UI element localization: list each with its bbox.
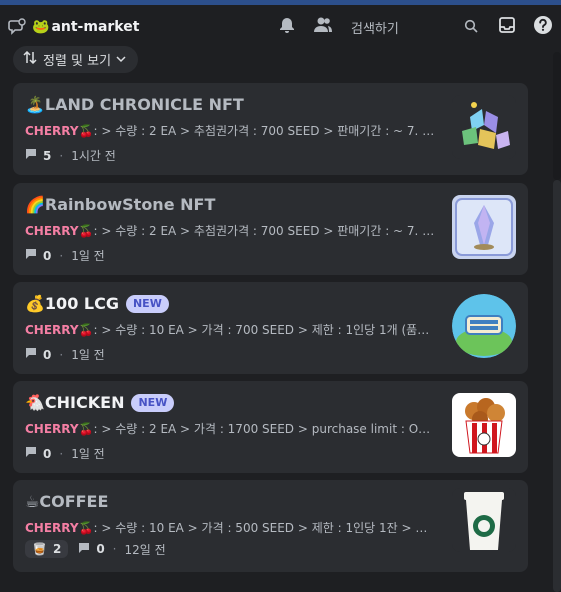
post-author: CHERRY🍒 bbox=[25, 124, 94, 138]
comment-count: 0 bbox=[43, 248, 52, 263]
post-time: 1일 전 bbox=[71, 447, 105, 461]
chevron-down-icon bbox=[116, 52, 126, 67]
comment-icon bbox=[25, 446, 37, 461]
forum-channel-icon bbox=[8, 18, 26, 36]
help-icon bbox=[533, 15, 553, 39]
post-thumbnail[interactable] bbox=[452, 195, 516, 259]
post-title: 🏝️ LAND CHRONICLE NFT bbox=[25, 95, 244, 114]
post-title-text: 100 LCG bbox=[44, 294, 119, 313]
channel-name: ant-market bbox=[51, 19, 140, 35]
post-message: : > 수량 : 10 EA > 가격 : 700 SEED > 제한 : 1인… bbox=[93, 323, 435, 337]
post-thumbnail[interactable] bbox=[452, 95, 516, 159]
comment-count: 5 bbox=[43, 148, 52, 163]
separator-dot: · bbox=[59, 446, 64, 461]
post-preview: CHERRY🍒: > 수량 : 2 EA > 가격 : 1700 SEED > … bbox=[25, 420, 435, 437]
post-time: 1일 전 bbox=[71, 348, 105, 362]
post-emoji: 🐔 bbox=[25, 393, 45, 412]
post-title: 🌈 RainbowStone NFT bbox=[25, 195, 215, 214]
notification-bell-button[interactable] bbox=[269, 5, 305, 49]
scrollbar-thumb[interactable] bbox=[553, 52, 561, 180]
separator-dot: · bbox=[59, 347, 64, 362]
post-footer: 0 · 1일 전 bbox=[25, 346, 105, 363]
header-left: 🐸 ant-market bbox=[8, 18, 139, 36]
post-title-text: COFFEE bbox=[39, 492, 109, 511]
comment-icon bbox=[25, 148, 37, 163]
post-thumbnail[interactable] bbox=[452, 488, 516, 552]
post-emoji: 💰 bbox=[25, 294, 45, 313]
post-emoji: 🌈 bbox=[25, 195, 45, 214]
post-author: CHERRY🍒 bbox=[25, 422, 94, 436]
scrollbar[interactable] bbox=[553, 50, 561, 592]
post-emoji: ☕ bbox=[25, 492, 40, 511]
post-footer: 0 · 1일 전 bbox=[25, 445, 105, 462]
post-time: 1일 전 bbox=[71, 249, 105, 263]
post-time: 12일 전 bbox=[124, 542, 166, 557]
post-preview: CHERRY🍒: > 수량 : 2 EA > 추첨권가격 : 700 SEED … bbox=[25, 122, 435, 139]
comment-count: 0 bbox=[96, 542, 105, 556]
forum-post-card[interactable]: 🌈 RainbowStone NFT CHERRY🍒: > 수량 : 2 EA >… bbox=[13, 183, 528, 275]
channel-emoji: 🐸 bbox=[32, 19, 50, 35]
post-title-text: LAND CHRONICLE NFT bbox=[44, 95, 244, 114]
search-placeholder: 검색하기 bbox=[351, 21, 399, 37]
sort-icon bbox=[23, 50, 37, 68]
post-title-text: RainbowStone NFT bbox=[44, 195, 216, 214]
post-message: : > 수량 : 2 EA > 가격 : 1700 SEED > purchas… bbox=[93, 422, 435, 436]
comment-icon bbox=[78, 542, 90, 557]
post-preview: CHERRY🍒: > 수량 : 2 EA > 추첨권가격 : 700 SEED … bbox=[25, 222, 435, 239]
search-button[interactable] bbox=[453, 5, 489, 49]
post-message: : > 수량 : 2 EA > 추첨권가격 : 700 SEED > 판매기간 … bbox=[93, 224, 435, 238]
search-input[interactable]: 검색하기 bbox=[345, 13, 453, 41]
separator-dot: · bbox=[59, 148, 64, 163]
bell-icon bbox=[278, 16, 296, 38]
reaction-chip[interactable]: 🥃 2 bbox=[25, 540, 69, 558]
inbox-button[interactable] bbox=[489, 5, 525, 49]
reaction-emoji: 🥃 bbox=[32, 542, 47, 556]
post-footer: 🥃 2 0 · 12일 전 bbox=[25, 540, 166, 558]
post-time: 1시간 전 bbox=[71, 149, 116, 163]
new-badge: NEW bbox=[125, 294, 169, 313]
post-footer: 5 · 1시간 전 bbox=[25, 147, 116, 164]
post-author: CHERRY🍒 bbox=[25, 521, 94, 535]
post-footer: 0 · 1일 전 bbox=[25, 247, 105, 264]
forum-post-card[interactable]: 🏝️ LAND CHRONICLE NFT CHERRY🍒: > 수량 : 2 E… bbox=[13, 83, 528, 175]
post-author: CHERRY🍒 bbox=[25, 323, 94, 337]
member-list-button[interactable] bbox=[305, 5, 341, 49]
inbox-icon bbox=[498, 16, 516, 38]
separator-dot: · bbox=[59, 248, 64, 263]
comment-icon bbox=[25, 248, 37, 263]
post-thumbnail[interactable] bbox=[452, 393, 516, 457]
search-icon bbox=[464, 18, 478, 37]
forum-post-card[interactable]: ☕ COFFEE CHERRY🍒: > 수량 : 10 EA > 가격 : 500… bbox=[13, 480, 528, 572]
post-emoji: 🏝️ bbox=[25, 95, 45, 114]
reaction-count: 2 bbox=[52, 542, 62, 556]
comment-icon bbox=[25, 347, 37, 362]
help-button[interactable] bbox=[525, 5, 561, 49]
post-message: : > 수량 : 10 EA > 가격 : 500 SEED > 제한 : 1인… bbox=[93, 521, 435, 535]
post-title: 🐔 CHICKEN NEW bbox=[25, 393, 175, 412]
comment-count: 0 bbox=[43, 347, 52, 362]
forum-post-card[interactable]: 🐔 CHICKEN NEW CHERRY🍒: > 수량 : 2 EA > 가격 : … bbox=[13, 381, 528, 473]
members-icon bbox=[313, 16, 333, 38]
channel-title: 🐸 ant-market bbox=[32, 19, 139, 35]
scrollbar-track[interactable] bbox=[553, 180, 561, 592]
post-message: : > 수량 : 2 EA > 추첨권가격 : 700 SEED > 판매기간 … bbox=[93, 124, 435, 138]
new-badge: NEW bbox=[131, 393, 175, 412]
comment-count: 0 bbox=[43, 446, 52, 461]
sort-label: 정렬 및 보기 bbox=[43, 54, 112, 69]
post-title: ☕ COFFEE bbox=[25, 492, 108, 511]
forum-post-card[interactable]: 💰 100 LCG NEW CHERRY🍒: > 수량 : 10 EA > 가격 :… bbox=[13, 282, 528, 374]
post-title-text: CHICKEN bbox=[44, 393, 125, 412]
post-author: CHERRY🍒 bbox=[25, 224, 94, 238]
channel-header: 🐸 ant-market 검색하기 bbox=[0, 5, 561, 49]
header-toolbar: 검색하기 bbox=[269, 5, 561, 49]
post-title: 💰 100 LCG NEW bbox=[25, 294, 169, 313]
separator-dot: · bbox=[112, 542, 117, 556]
post-preview: CHERRY🍒: > 수량 : 10 EA > 가격 : 700 SEED > … bbox=[25, 321, 435, 338]
post-thumbnail[interactable] bbox=[452, 294, 516, 358]
post-preview: CHERRY🍒: > 수량 : 10 EA > 가격 : 500 SEED > … bbox=[25, 519, 435, 536]
sort-and-view-button[interactable]: 정렬 및 보기 bbox=[13, 46, 139, 73]
